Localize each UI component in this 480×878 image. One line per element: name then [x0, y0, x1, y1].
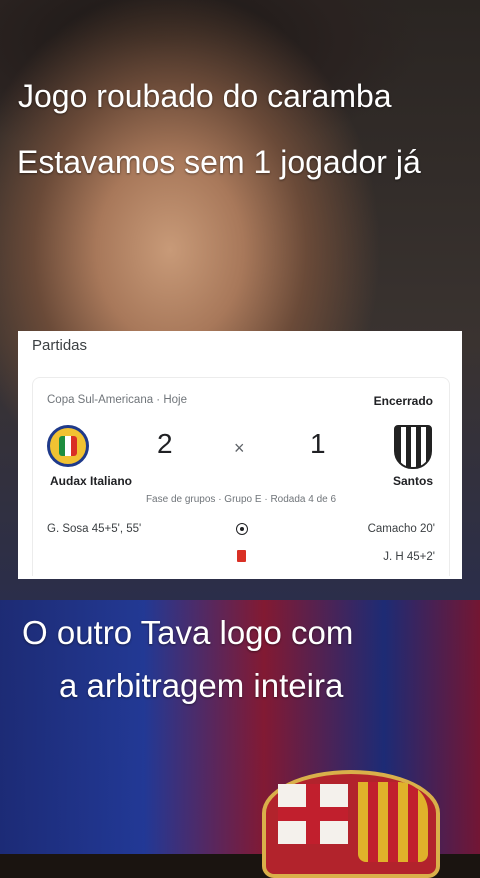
- away-score: 1: [310, 428, 326, 459]
- audax-crest-icon: [47, 425, 89, 467]
- match-status: Encerrado: [373, 394, 433, 408]
- caption-line-2: Estavamos sem 1 jogador já: [17, 144, 421, 180]
- caption-line-1: Jogo roubado do caramba: [18, 78, 392, 114]
- card-title: Partidas: [32, 337, 88, 354]
- santos-crest-icon: [394, 425, 432, 469]
- away-team-name[interactable]: Santos: [393, 474, 433, 488]
- away-red-card: J. H 45+2': [383, 551, 435, 563]
- home-goal-scorers: G. Sosa 45+5', 55': [47, 523, 142, 535]
- caption-line-4: a arbitragem inteira: [59, 667, 344, 704]
- competition-label: Copa Sul-Americana · Hoje: [47, 394, 187, 406]
- home-team-name[interactable]: Audax Italiano: [50, 474, 132, 488]
- crest-stripes: [358, 782, 428, 862]
- match-card[interactable]: Partidas Copa Sul-Americana · Hoje Encer…: [18, 331, 462, 579]
- fc-barcelona-crest: [262, 770, 440, 878]
- crest-cross: [278, 784, 348, 844]
- match-result[interactable]: Copa Sul-Americana · Hoje Encerrado 2 × …: [32, 377, 450, 576]
- red-card-icon: [237, 550, 246, 562]
- caption-line-3: O outro Tava logo com: [22, 614, 354, 651]
- home-score: 2: [157, 428, 173, 459]
- score-separator: ×: [234, 438, 245, 458]
- match-stage: Fase de grupos · Grupo E · Rodada 4 de 6: [145, 494, 337, 505]
- goal-icon: [236, 523, 248, 535]
- away-goal-scorers: Camacho 20': [367, 523, 435, 535]
